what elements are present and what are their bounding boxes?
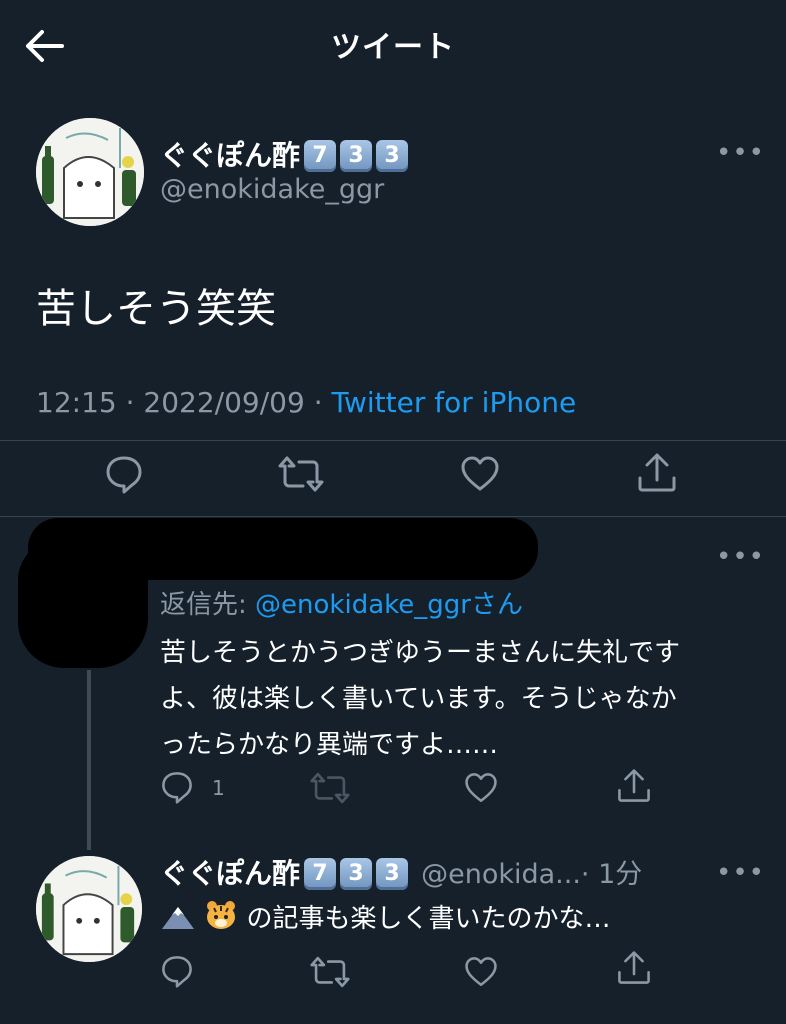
replying-suffix: さん [470,590,523,620]
keycap-badge: 3 [376,858,409,890]
replying-handle[interactable]: @enokidake_ggr [255,590,471,620]
author-handle[interactable]: @enokidake_ggr [160,174,384,205]
redacted-avatar [18,540,148,668]
reply-text: 苦しそうとかうつぎゆうーまさんに失礼です よ、彼は楽しく書いています。そうじゃな… [160,630,760,768]
reply-text-line: ったらかなり異端ですよ…… [160,730,499,760]
replying-to: 返信先: @enokidake_ggrさん [160,584,523,621]
reply-icon[interactable] [104,454,144,494]
tiger-emoji-icon [204,899,238,931]
avatar[interactable] [36,856,142,962]
reply-icon[interactable] [160,954,194,988]
tweet-date: 2022/09/09 [143,386,305,419]
keycap-badge: 3 [340,858,373,890]
share-icon[interactable] [616,950,652,986]
retweet-icon [310,772,350,804]
thread-tweet-body: の記事も楽しく書いたのかな… [246,904,611,934]
share-icon[interactable] [636,452,678,494]
like-icon[interactable] [464,772,498,804]
share-icon[interactable] [616,768,652,804]
thread-tweet-text: の記事も楽しく書いたのかな… [160,898,611,935]
tweet-time: · 1分 [580,859,643,890]
thread-line [87,670,91,850]
like-icon[interactable] [464,956,498,988]
like-icon[interactable] [460,456,500,492]
mountain-emoji-icon [160,901,196,931]
keycap-badge: 7 [304,858,337,890]
more-icon[interactable]: ••• [716,138,765,168]
author-name[interactable]: ぐぐぽん酢 7 3 3 [160,134,409,174]
reply-text-line: 苦しそうとかうつぎゆうーまさんに失礼です [160,638,681,668]
more-icon[interactable]: ••• [716,542,765,572]
reply-count: 1 [212,776,225,800]
retweet-icon[interactable] [310,956,350,988]
reply-text-line: よ、彼は楽しく書いています。そうじゃなか [160,684,677,714]
author-handle[interactable]: @enokida... [421,859,581,890]
meta-separator: · [125,386,135,419]
avatar[interactable] [36,118,144,226]
retweet-icon[interactable] [278,456,324,492]
meta-separator: · [313,386,323,419]
keycap-badge: 3 [340,140,373,172]
page-title: ツイート [331,30,455,65]
tweet-client[interactable]: Twitter for iPhone [332,386,577,419]
author-name-text: ぐぐぽん酢 [160,139,301,172]
author-name-text[interactable]: ぐぐぽん酢 [160,857,300,890]
thread-tweet-header: ぐぐぽん酢 7 3 3 @enokida...· 1分 [160,852,642,892]
tweet-text: 苦しそう笑笑 [36,286,276,332]
reply-icon[interactable] [160,770,194,804]
divider [0,516,786,517]
keycap-badge: 3 [376,140,409,172]
more-icon[interactable]: ••• [716,858,765,888]
divider [0,440,786,441]
keycap-badge: 7 [304,140,337,172]
tweet-time: 12:15 [36,386,117,419]
tweet-meta: 12:15 · 2022/09/09 · Twitter for iPhone [36,386,576,419]
replying-prefix: 返信先: [160,590,247,620]
